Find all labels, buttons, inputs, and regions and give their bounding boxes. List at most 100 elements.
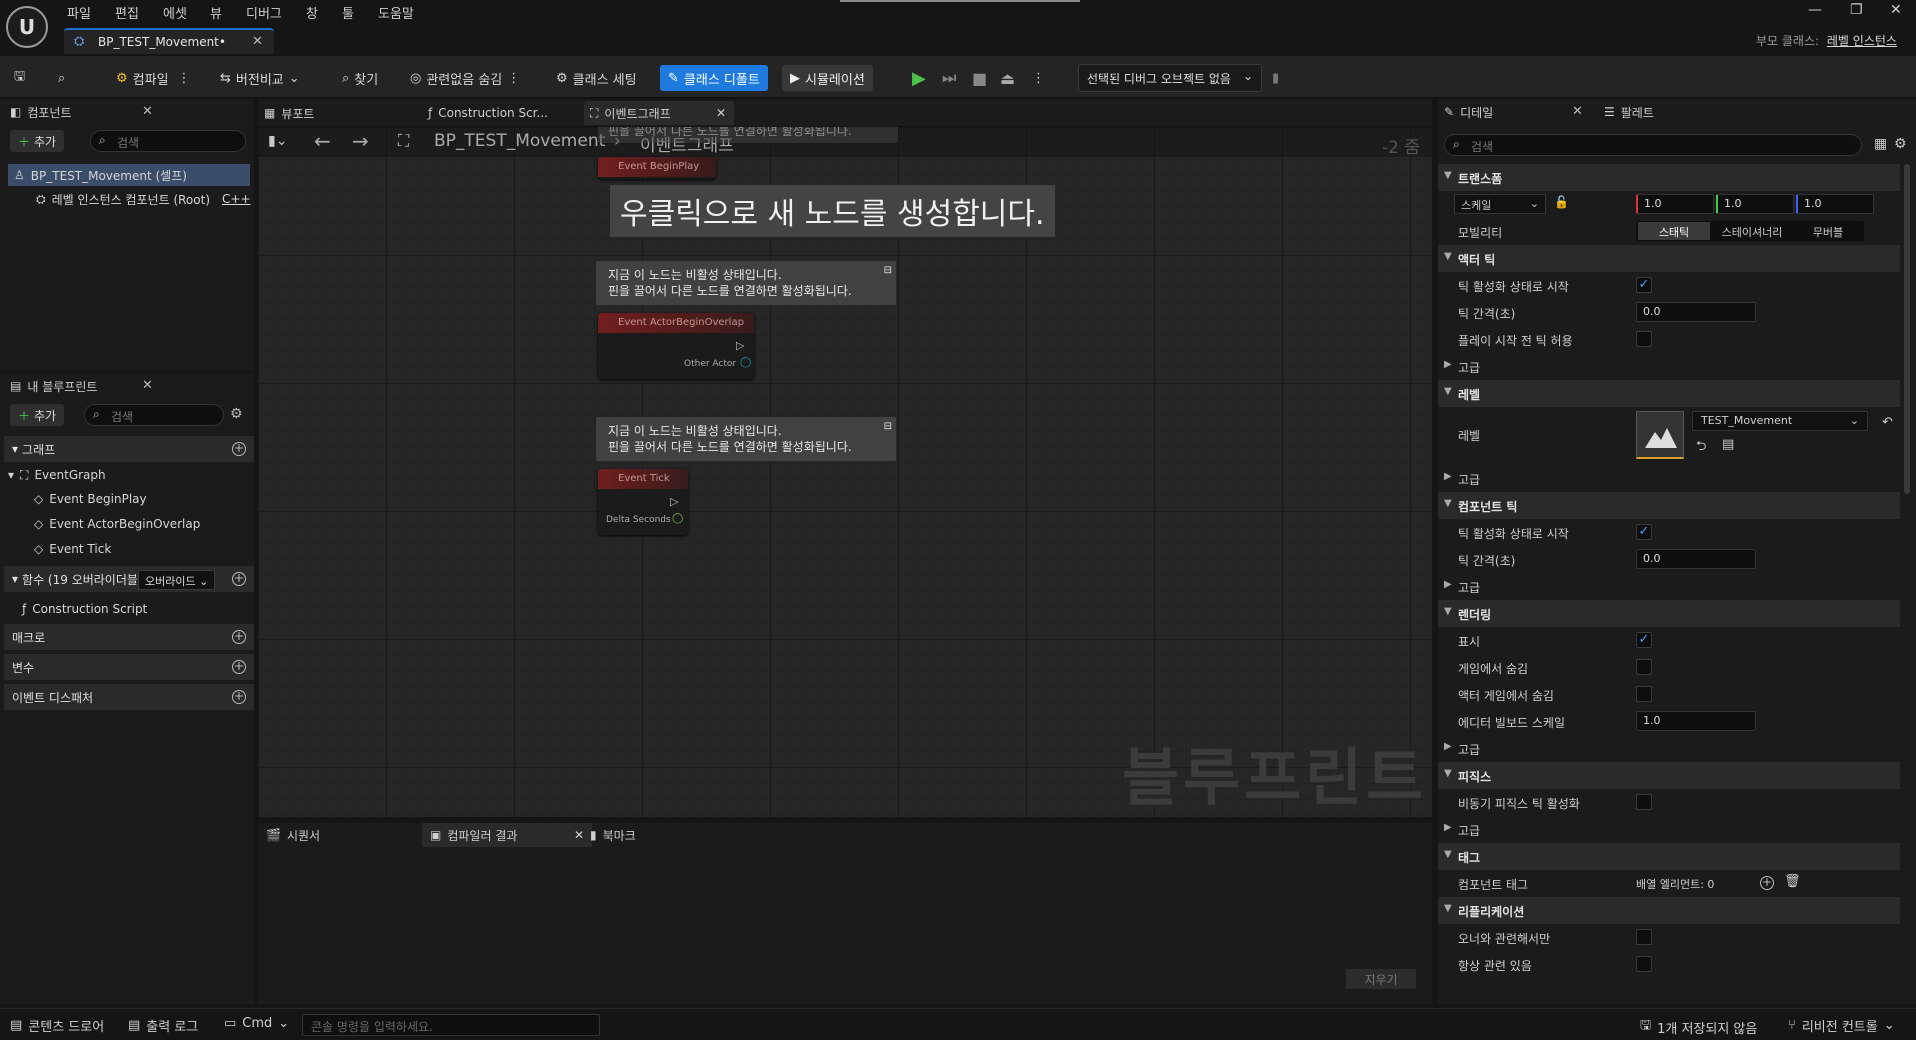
add-member-button[interactable]: ＋ 추가 bbox=[10, 404, 65, 426]
close-panel-icon[interactable]: ✕ bbox=[142, 104, 153, 119]
lock-icon[interactable]: 🔓 bbox=[1554, 195, 1569, 209]
menu-asset[interactable]: 에셋 bbox=[163, 3, 187, 22]
macros-section[interactable]: 매크로 bbox=[4, 624, 254, 650]
debug-browse-icon[interactable]: ▮ bbox=[1272, 65, 1279, 91]
dispatchers-section[interactable]: 이벤트 디스패처 bbox=[4, 684, 254, 710]
category-physics[interactable]: ▼ 피직스 bbox=[1438, 762, 1900, 789]
row-advanced[interactable]: ▶ 고급 bbox=[1438, 353, 1900, 380]
breadcrumb-blueprint[interactable]: BP_TEST_Movement bbox=[434, 131, 605, 151]
scale-y-field[interactable]: 1.0 bbox=[1716, 194, 1794, 214]
override-dropdown[interactable]: 오버라이드 ⌄ bbox=[138, 570, 216, 590]
trash-icon[interactable]: 🗑 bbox=[1784, 874, 1801, 889]
menu-file[interactable]: 파일 bbox=[67, 3, 91, 22]
category-transform[interactable]: ▼ 트랜스폼 bbox=[1438, 164, 1900, 191]
category-component-tick[interactable]: ▼ 컴포넌트 틱 bbox=[1438, 492, 1900, 519]
diff-button[interactable]: ⇆ 버전비교 ⌄ bbox=[220, 65, 300, 91]
actor-hidden-in-game-checkbox[interactable] bbox=[1636, 686, 1652, 702]
tab-construction-script[interactable]: ƒ Construction Scr... bbox=[428, 101, 548, 125]
pin-icon[interactable]: ⊟ bbox=[884, 263, 892, 279]
exec-pin-icon[interactable]: ▷ bbox=[670, 495, 678, 508]
node-event-actorbeginoverlap[interactable]: Event ActorBeginOverlap ▷ Other Actor ◯ bbox=[598, 313, 754, 379]
browse-icon[interactable]: ⌕ bbox=[58, 65, 65, 91]
add-component-button[interactable]: ＋ 추가 bbox=[10, 130, 65, 152]
hidden-in-game-checkbox[interactable] bbox=[1636, 659, 1652, 675]
gear-icon[interactable]: ⚙ bbox=[230, 406, 243, 422]
details-scrollbar[interactable] bbox=[1904, 164, 1910, 494]
find-button[interactable]: ⌕ 찾기 bbox=[342, 65, 378, 91]
my-blueprint-search-input[interactable]: ⌕ 검색 bbox=[84, 404, 224, 426]
pin-icon[interactable]: ⊟ bbox=[884, 419, 892, 435]
close-tab-icon[interactable]: ✕ bbox=[716, 106, 726, 120]
hide-unrelated-button[interactable]: ◎ 관련없음 숨김 ⋮ bbox=[410, 65, 520, 91]
float-pin-icon[interactable]: ◯ bbox=[672, 513, 683, 524]
menu-tools[interactable]: 툴 bbox=[342, 3, 354, 22]
unreal-logo-icon[interactable]: U bbox=[6, 6, 48, 48]
category-rendering[interactable]: ▼ 렌더링 bbox=[1438, 600, 1900, 627]
visible-checkbox[interactable]: ✓ bbox=[1636, 632, 1652, 648]
browse-icon[interactable]: ▤ bbox=[1722, 437, 1734, 452]
close-panel-icon[interactable]: ✕ bbox=[142, 378, 153, 393]
tree-item-construction-script[interactable]: ƒ Construction Script bbox=[22, 598, 147, 620]
compile-button[interactable]: ⚙ 컴파일 ⋮ bbox=[116, 65, 191, 91]
tree-item-event[interactable]: ◇ Event ActorBeginOverlap bbox=[34, 513, 200, 535]
exec-pin-icon[interactable]: ▷ bbox=[736, 339, 744, 352]
category-replication[interactable]: ▼ 리플리케이션 bbox=[1438, 897, 1900, 924]
tree-item-root[interactable]: ⛭ 레벨 인스턴스 컴포넌트 (Root) C++ bbox=[36, 188, 251, 210]
save-icon[interactable]: 🖫 bbox=[14, 65, 25, 91]
close-tab-icon[interactable]: ✕ bbox=[574, 828, 584, 842]
category-level[interactable]: ▼ 레벨 bbox=[1438, 380, 1900, 407]
tree-item-self[interactable]: ♙ BP_TEST_Movement (셀프) bbox=[8, 164, 250, 186]
only-relevant-owner-checkbox[interactable] bbox=[1636, 929, 1652, 945]
stop-icon[interactable]: ■ bbox=[972, 65, 987, 91]
minimize-icon[interactable]: — bbox=[1808, 2, 1822, 18]
use-selected-icon[interactable]: ⮌ bbox=[1696, 437, 1706, 459]
menu-view[interactable]: 뷰 bbox=[210, 3, 222, 22]
close-tab-icon[interactable]: ✕ bbox=[1572, 104, 1583, 119]
category-actor-tick[interactable]: ▼ 액터 틱 bbox=[1438, 245, 1900, 272]
scale-z-field[interactable]: 1.0 bbox=[1796, 194, 1874, 214]
tick-interval-field[interactable]: 0.0 bbox=[1636, 302, 1756, 322]
event-graph-canvas[interactable]: ▮⌄ ← → ⛶ BP_TEST_Movement › 이벤트그래프 -2 줌 … bbox=[258, 127, 1432, 817]
close-tab-icon[interactable]: ✕ bbox=[252, 34, 263, 49]
mobility-static[interactable]: 스태틱 bbox=[1638, 222, 1710, 240]
tab-sequencer[interactable]: 🎬 시퀀서 bbox=[266, 823, 320, 847]
async-physics-checkbox[interactable] bbox=[1636, 794, 1652, 810]
components-search-input[interactable]: ⌕ 검색 bbox=[90, 130, 246, 152]
my-blueprint-tab[interactable]: ▤ 내 블루프린트 bbox=[10, 374, 97, 398]
object-pin-icon[interactable]: ◯ bbox=[740, 357, 751, 368]
row-advanced[interactable]: ▶ 고급 bbox=[1438, 465, 1900, 492]
bookmark-icon[interactable]: ▮⌄ bbox=[268, 133, 287, 149]
document-tab[interactable]: ⛭ BP_TEST_Movement• ✕ bbox=[64, 28, 274, 54]
menu-debug[interactable]: 디버그 bbox=[246, 3, 282, 22]
gear-icon[interactable]: ⚙ bbox=[1894, 136, 1907, 152]
cmd-dropdown[interactable]: ▭ Cmd ⌄ bbox=[224, 1016, 289, 1031]
tab-details[interactable]: ✎ 디테일 bbox=[1444, 100, 1493, 124]
level-thumbnail-icon[interactable] bbox=[1636, 411, 1684, 459]
comp-tick-interval-field[interactable]: 0.0 bbox=[1636, 549, 1756, 569]
revision-control-button[interactable]: ⑂ 리비전 컨트롤 ⌄ bbox=[1788, 1016, 1895, 1035]
level-dropdown[interactable]: TEST_Movement ⌄ bbox=[1692, 411, 1868, 431]
billboard-scale-field[interactable]: 1.0 bbox=[1636, 711, 1756, 731]
close-window-icon[interactable]: ✕ bbox=[1890, 2, 1902, 18]
forward-arrow-icon[interactable]: → bbox=[352, 129, 369, 153]
restore-icon[interactable]: ❐ bbox=[1850, 2, 1863, 18]
eject-icon[interactable]: ⏏ bbox=[1000, 65, 1015, 91]
add-graph-icon[interactable]: + bbox=[232, 442, 246, 456]
back-arrow-icon[interactable]: ← bbox=[314, 129, 331, 153]
unsaved-button[interactable]: 🖫 1개 저장되지 않음 bbox=[1640, 1016, 1757, 1038]
clear-button[interactable]: 지우기 bbox=[1346, 969, 1416, 989]
console-input[interactable]: 콘솔 명령을 입력하세요. bbox=[302, 1014, 600, 1036]
always-relevant-checkbox[interactable] bbox=[1636, 956, 1652, 972]
add-dispatcher-icon[interactable]: + bbox=[232, 690, 246, 704]
step-icon[interactable]: ⏭ bbox=[942, 65, 956, 91]
tree-item-eventgraph[interactable]: ▾ ⛶ EventGraph bbox=[8, 464, 106, 486]
row-advanced[interactable]: ▶ 고급 bbox=[1438, 816, 1900, 843]
details-search-input[interactable]: ⌕ 검색 bbox=[1444, 134, 1862, 156]
more-icon[interactable]: ⋮ bbox=[178, 71, 191, 86]
tab-palette[interactable]: ☰ 팔레트 bbox=[1604, 100, 1654, 124]
tab-event-graph[interactable]: ⛶ 이벤트그래프 ✕ bbox=[584, 101, 734, 125]
mobility-movable[interactable]: 무버블 bbox=[1792, 224, 1864, 240]
scale-x-field[interactable]: 1.0 bbox=[1636, 194, 1714, 214]
class-settings-button[interactable]: ⚙ 클래스 세팅 bbox=[556, 65, 637, 91]
add-element-icon[interactable]: + bbox=[1760, 876, 1774, 890]
